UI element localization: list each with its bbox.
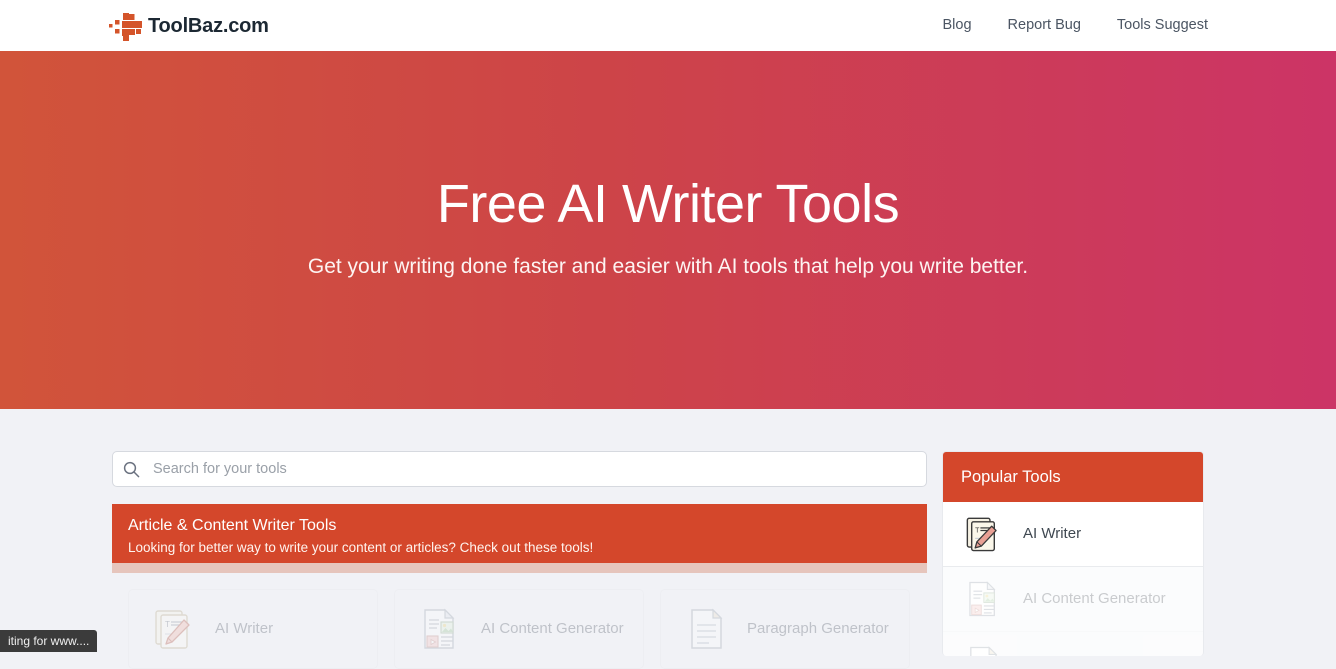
status-text: iting for www.... xyxy=(8,634,90,648)
page-subtitle: Get your writing done faster and easier … xyxy=(307,255,1029,279)
tool-card-grid: T AI Writer AI Content Generator Paragra… xyxy=(112,573,927,669)
document-media-icon xyxy=(963,579,1003,619)
document-icon xyxy=(963,644,1003,656)
tool-card-label: AI Content Generator xyxy=(481,620,624,637)
document-pencil-icon: T xyxy=(963,514,1003,554)
svg-text:T: T xyxy=(165,620,170,629)
section-subtitle: Looking for better way to write your con… xyxy=(128,540,594,555)
popular-tools-item-ai-content-generator[interactable]: AI Content Generator xyxy=(943,567,1203,632)
popular-tools-item-label: AI Writer xyxy=(1023,525,1082,542)
nav-link-report-bug[interactable]: Report Bug xyxy=(1008,18,1081,33)
tool-card-ai-writer[interactable]: T AI Writer xyxy=(128,589,378,669)
tool-card-label: AI Writer xyxy=(215,620,274,637)
document-lines-icon xyxy=(683,606,729,652)
popular-tools-item-label: AI Content Generator xyxy=(1023,590,1166,607)
nav-link-tools-suggest[interactable]: Tools Suggest xyxy=(1117,18,1208,33)
section-title: Article & Content Writer Tools xyxy=(128,517,337,534)
tool-card-label: Paragraph Generator xyxy=(747,620,889,637)
navbar-links: Blog Report Bug Tools Suggest xyxy=(943,0,1208,51)
tool-card-paragraph-generator[interactable]: Paragraph Generator xyxy=(660,589,910,669)
browser-status-bar: iting for www.... xyxy=(0,630,98,652)
page-title: Free AI Writer Tools xyxy=(436,174,900,234)
tool-card-ai-content-generator[interactable]: AI Content Generator xyxy=(394,589,644,669)
nav-link-blog[interactable]: Blog xyxy=(943,18,972,33)
svg-text:T: T xyxy=(975,527,980,534)
section-divider-strip xyxy=(112,563,927,573)
popular-tools-title: Popular Tools xyxy=(961,467,1061,486)
top-navbar: ToolBaz.com Blog Report Bug Tools Sugges… xyxy=(0,0,1336,51)
popular-tools-item-partial[interactable] xyxy=(943,632,1203,656)
popular-tools-header: Popular Tools xyxy=(943,452,1203,502)
main-content: Article & Content Writer Tools Looking f… xyxy=(0,409,1336,669)
document-pencil-icon: T xyxy=(151,606,197,652)
search-bar[interactable] xyxy=(112,451,927,487)
brand-logo-link[interactable]: ToolBaz.com xyxy=(108,0,269,51)
popular-tools-panel: Popular Tools T AI Writer AI Content Gen… xyxy=(942,451,1204,656)
search-input[interactable] xyxy=(149,453,909,485)
toolbaz-plus-logo-icon xyxy=(108,8,148,44)
document-media-icon xyxy=(417,606,463,652)
section-header-article-content-writer: Article & Content Writer Tools Looking f… xyxy=(112,504,927,563)
search-icon xyxy=(113,452,149,486)
popular-tools-item-ai-writer[interactable]: T AI Writer xyxy=(943,502,1203,567)
hero-banner: Free AI Writer Tools Get your writing do… xyxy=(0,51,1336,409)
brand-name: ToolBaz.com xyxy=(148,14,269,37)
